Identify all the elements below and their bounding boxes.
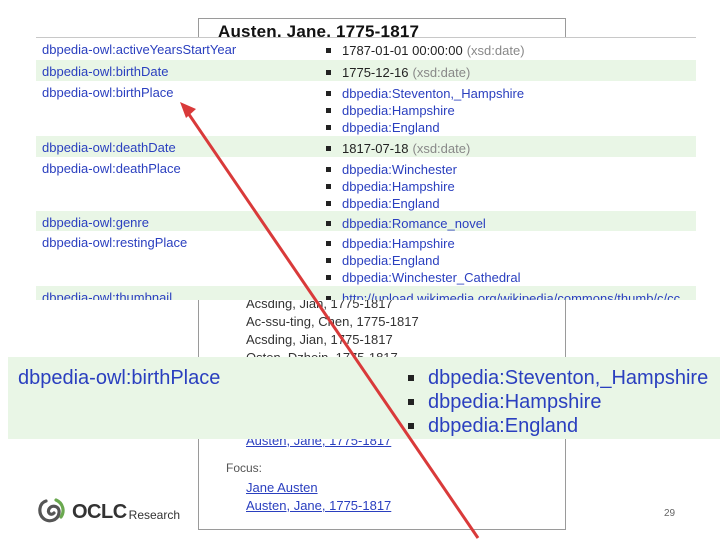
properties-table: dbpedia-owl:activeYearsStartYear 1787-01… [36,37,696,300]
property-value[interactable]: dbpedia:Romance_novel [326,215,486,232]
zoomed-value[interactable]: dbpedia:Steventon,_Hampshire [408,366,708,390]
zoomed-value[interactable]: dbpedia:England [408,414,708,438]
property-row: dbpedia-owl:genre dbpedia:Romance_novel [36,211,696,231]
zoomed-value[interactable]: dbpedia:Hampshire [408,390,708,414]
property-value[interactable]: dbpedia:Hampshire [326,178,457,195]
logo-name: OCLC [72,500,127,523]
bullet-icon [408,399,414,405]
bullet-icon [408,375,414,381]
property-value[interactable]: dbpedia:Winchester_Cathedral [326,269,521,286]
oclc-research-logo: OCLC Research [36,497,180,527]
property-key-genre[interactable]: dbpedia-owl:genre [42,215,149,230]
bullet-icon [326,201,331,206]
bullet-icon [326,125,331,130]
property-row: dbpedia-owl:deathPlace dbpedia:Wincheste… [36,157,696,211]
variant-name: Acsding, Jian, 1775-1817 [246,332,393,347]
bullet-icon [326,70,331,75]
property-value: 1817-07-18 (xsd:date) [326,140,470,157]
property-row: dbpedia-owl:birthDate 1775-12-16 (xsd:dat… [36,60,696,81]
property-value[interactable]: dbpedia:Steventon,_Hampshire [326,85,524,102]
property-value[interactable]: dbpedia:Hampshire [326,102,524,119]
bullet-icon [326,296,331,300]
logo-sub: Research [128,508,181,522]
bullet-icon [326,258,331,263]
zoomed-property-key[interactable]: dbpedia-owl:birthPlace [18,367,220,390]
property-key-birth-place[interactable]: dbpedia-owl:birthPlace [42,85,174,100]
property-key-resting-place[interactable]: dbpedia-owl:restingPlace [42,235,187,250]
bullet-icon [408,423,414,429]
oclc-logo-icon [38,498,65,523]
property-row: dbpedia-owl:deathDate 1817-07-18 (xsd:dat… [36,136,696,157]
property-key-birth-date[interactable]: dbpedia-owl:birthDate [42,64,168,79]
property-key-death-place[interactable]: dbpedia-owl:deathPlace [42,161,181,176]
property-row: dbpedia-owl:birthPlace dbpedia:Steventon… [36,81,696,136]
property-value[interactable]: dbpedia:Hampshire [326,235,521,252]
bullet-icon [326,221,331,226]
property-key-death-date[interactable]: dbpedia-owl:deathDate [42,140,176,155]
property-value[interactable]: dbpedia:England [326,195,457,212]
property-key-active-years[interactable]: dbpedia-owl:activeYearsStartYear [42,42,236,57]
bullet-icon [326,167,331,172]
focus-label: Focus: [226,461,263,475]
bullet-icon [326,184,331,189]
property-value[interactable]: http://upload.wikimedia.org/wikipedia/co… [326,290,680,300]
variant-name: Ac-ssu-ting, Chen, 1775-1817 [246,314,419,329]
property-row: dbpedia-owl:activeYearsStartYear 1787-01… [36,38,696,60]
bullet-icon [326,275,331,280]
bullet-icon [326,241,331,246]
property-row: dbpedia-owl:restingPlace dbpedia:Hampshi… [36,231,696,286]
bullet-icon [326,48,331,53]
property-row: dbpedia-owl:thumbnail http://upload.wiki… [36,286,696,300]
page-number: 29 [664,508,676,519]
property-value[interactable]: dbpedia:England [326,252,521,269]
bullet-icon [326,91,331,96]
focus-link-austen-jane[interactable]: Austen, Jane, 1775-1817 [246,498,391,513]
property-value[interactable]: dbpedia:England [326,119,524,136]
focus-link-jane-austen[interactable]: Jane Austen [246,480,318,495]
property-value: 1775-12-16 (xsd:date) [326,64,470,81]
bullet-icon [326,108,331,113]
property-key-thumbnail[interactable]: dbpedia-owl:thumbnail [42,290,172,300]
property-value: 1787-01-01 00:00:00 (xsd:date) [326,42,525,59]
zoomed-birthplace-panel: dbpedia-owl:birthPlace dbpedia:Steventon… [8,357,720,439]
bullet-icon [326,146,331,151]
property-value[interactable]: dbpedia:Winchester [326,161,457,178]
